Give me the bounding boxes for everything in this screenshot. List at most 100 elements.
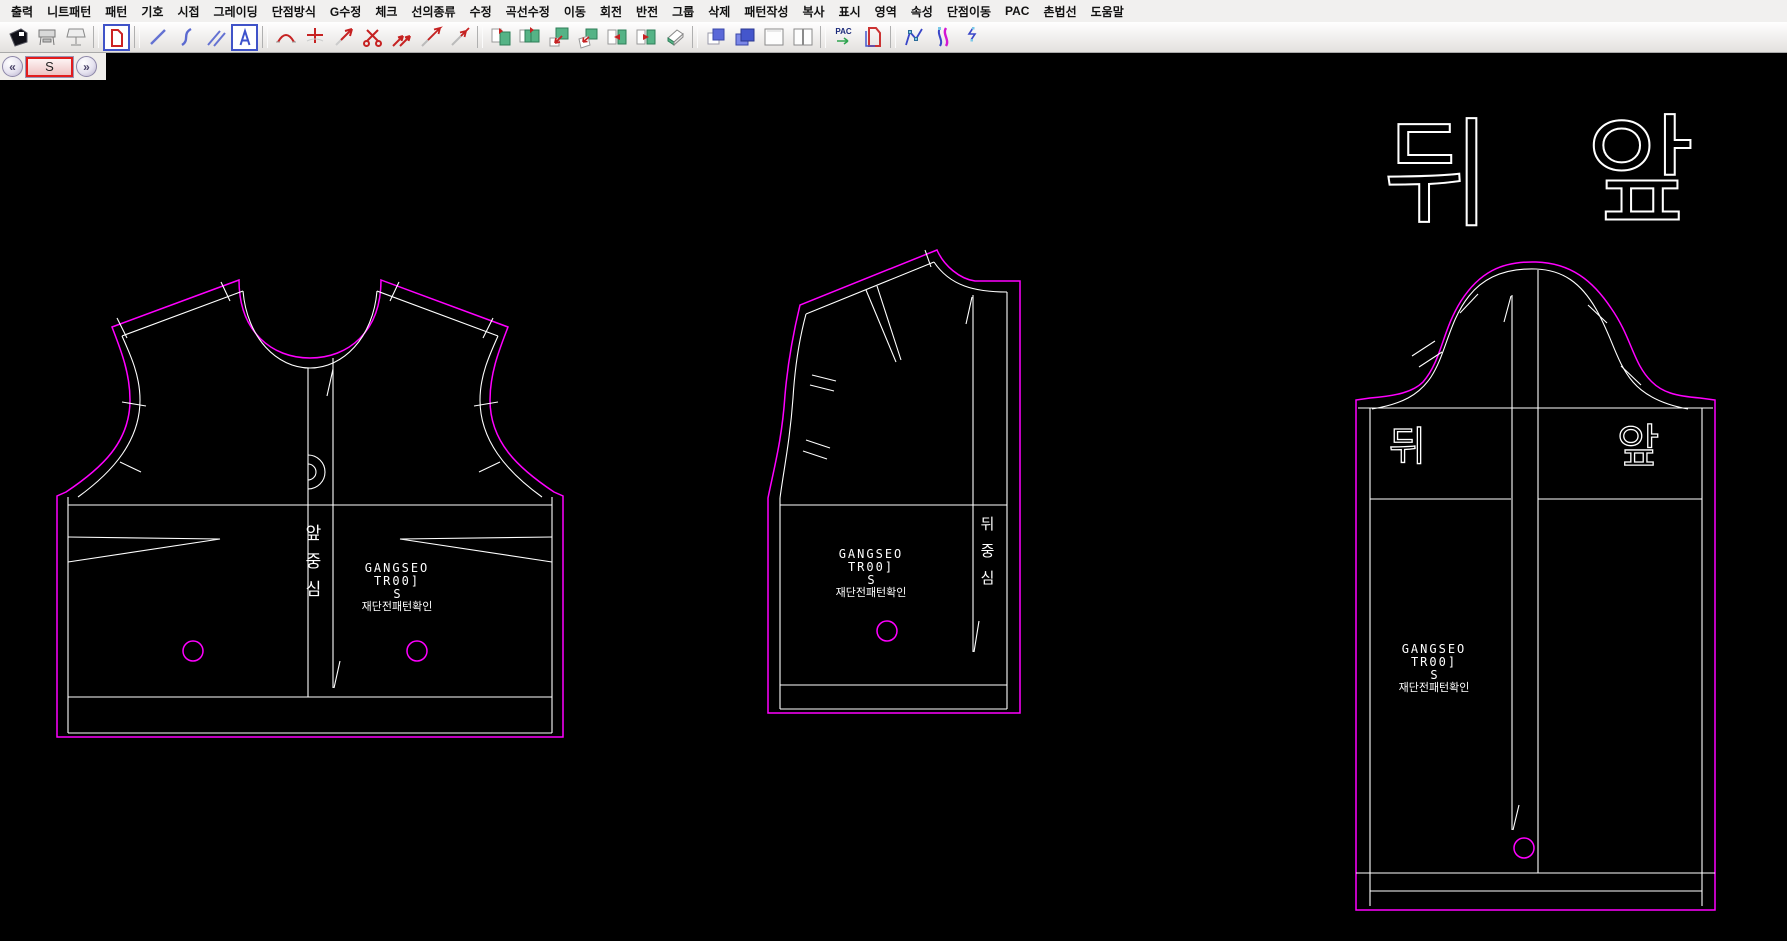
paste-region-button[interactable] (702, 24, 729, 50)
split-window-icon (791, 25, 815, 49)
curve-icon (175, 25, 199, 49)
menu-item[interactable]: 시접 (172, 2, 204, 21)
menu-item[interactable]: 수정 (465, 2, 497, 21)
double-arrow-button[interactable] (388, 24, 415, 50)
line-icon (146, 25, 170, 49)
menu-item[interactable]: 곡선수정 (501, 2, 555, 21)
sleeve-piece[interactable] (1356, 262, 1715, 910)
menu-item[interactable]: 회전 (595, 2, 627, 21)
double-arrow-icon (390, 25, 414, 49)
menu-item[interactable]: 체크 (370, 2, 402, 21)
menu-item[interactable]: PAC (1000, 3, 1034, 19)
menu-item[interactable]: 그레이딩 (209, 2, 263, 21)
curve-trace-button[interactable] (929, 24, 956, 50)
pac-export-label: PAC (835, 28, 851, 36)
scissors-icon (361, 25, 385, 49)
split-window-button[interactable] (789, 24, 816, 50)
move-piece-2-icon (576, 25, 600, 49)
button-mark (877, 621, 897, 641)
copy-piece-icon (489, 25, 513, 49)
prev-tab-button[interactable]: « (2, 56, 23, 77)
tab-active-size[interactable]: S (26, 57, 73, 77)
pac-export-button[interactable]: PAC (830, 24, 857, 50)
paste-region-multi-button[interactable] (731, 24, 758, 50)
menu-item[interactable]: 반전 (631, 2, 663, 21)
button-mark (407, 641, 427, 661)
eraser-button[interactable] (661, 24, 688, 50)
spline-button[interactable] (958, 24, 985, 50)
menu-item[interactable]: 복사 (797, 2, 829, 21)
arrow-tool-button[interactable] (330, 24, 357, 50)
parallel-line-icon (204, 25, 228, 49)
toolbar-separator (93, 26, 99, 48)
cross-point-button[interactable] (301, 24, 328, 50)
save-icon (6, 25, 30, 49)
next-tab-button[interactable]: » (76, 56, 97, 77)
menu-item[interactable]: 속성 (906, 2, 938, 21)
curve-measure-icon (902, 25, 926, 49)
menu-item[interactable]: 촌법선 (1038, 2, 1081, 21)
menu-item[interactable]: 영역 (870, 2, 902, 21)
move-piece-2-button[interactable] (574, 24, 601, 50)
back-piece-stamp: GANGSEO TR00] S 재단전패턴확인 (811, 548, 931, 600)
pattern-canvas[interactable]: « S » 뒤 앞 뒤 앞 앞중심 뒤중심 GANGSEO TR00] S 재단… (0, 53, 1787, 941)
menu-item[interactable]: 이동 (559, 2, 591, 21)
flip-piece-2-button[interactable] (632, 24, 659, 50)
toolbar-separator (262, 26, 268, 48)
flip-piece-button[interactable] (603, 24, 630, 50)
scissors-button[interactable] (359, 24, 386, 50)
plotter-button[interactable] (33, 24, 60, 50)
menu-item[interactable]: 도움말 (1086, 2, 1129, 21)
new-window-button[interactable] (760, 24, 787, 50)
menu-item[interactable]: 표시 (834, 2, 866, 21)
toolbar-separator (477, 26, 483, 48)
front-piece-stamp: GANGSEO TR00] S 재단전패턴확인 (337, 562, 457, 614)
button-mark (183, 641, 203, 661)
arrow-line-icon (419, 25, 443, 49)
toolbar: PAC (0, 22, 1787, 53)
stamp-line: S (1374, 669, 1494, 682)
menu-item[interactable]: 선의종류 (406, 2, 460, 21)
copy-piece-2-button[interactable] (516, 24, 543, 50)
stamp-line: 재단전패턴확인 (1374, 682, 1494, 695)
arrow-line-2-button[interactable] (446, 24, 473, 50)
menu-item[interactable]: 그룹 (667, 2, 699, 21)
new-pattern-button[interactable] (103, 24, 130, 51)
menu-item[interactable]: 출력 (6, 2, 38, 21)
menu-bar: 출력니트패턴패턴기호시접 그레이딩단점방식G수정체크선의종류 수정곡선수정이동회전반… (0, 0, 1787, 22)
arrow-line-button[interactable] (417, 24, 444, 50)
menu-item[interactable]: 삭제 (703, 2, 735, 21)
plotter-icon (35, 25, 59, 49)
cross-point-icon (303, 25, 327, 49)
front-body-piece[interactable] (57, 280, 563, 737)
menu-item[interactable]: 패턴작성 (739, 2, 793, 21)
new-window-icon (762, 25, 786, 49)
arc-tool-button[interactable] (272, 24, 299, 50)
arrow-icon (332, 25, 356, 49)
pac-export-arrow-icon (834, 36, 854, 46)
parallel-line-button[interactable] (202, 24, 229, 50)
menu-item[interactable]: 니트패턴 (42, 2, 96, 21)
menu-item[interactable]: G수정 (325, 2, 366, 21)
pac-document-button[interactable] (859, 24, 886, 50)
copy-piece-button[interactable] (487, 24, 514, 50)
tab-strip: « S » (0, 53, 106, 80)
arc-icon (274, 25, 298, 49)
back-body-piece[interactable] (768, 250, 1020, 713)
stamp-line: S (337, 588, 457, 601)
back-center-grain-label: 뒤중심 (979, 516, 994, 597)
save-button[interactable] (4, 24, 31, 50)
line-tool-button[interactable] (144, 24, 171, 50)
size-heading-back-label: 뒤 (1383, 112, 1492, 242)
stamp-line: 재단전패턴확인 (337, 601, 457, 614)
text-tool-button[interactable] (231, 24, 258, 51)
size-heading-front-label: 앞 (1586, 108, 1695, 238)
curve-tool-button[interactable] (173, 24, 200, 50)
move-piece-button[interactable] (545, 24, 572, 50)
curve-measure-button[interactable] (900, 24, 927, 50)
menu-item[interactable]: 단점이동 (942, 2, 996, 21)
menu-item[interactable]: 단점방식 (267, 2, 321, 21)
digitizer-button[interactable] (62, 24, 89, 50)
menu-item[interactable]: 패턴 (100, 2, 132, 21)
menu-item[interactable]: 기호 (136, 2, 168, 21)
